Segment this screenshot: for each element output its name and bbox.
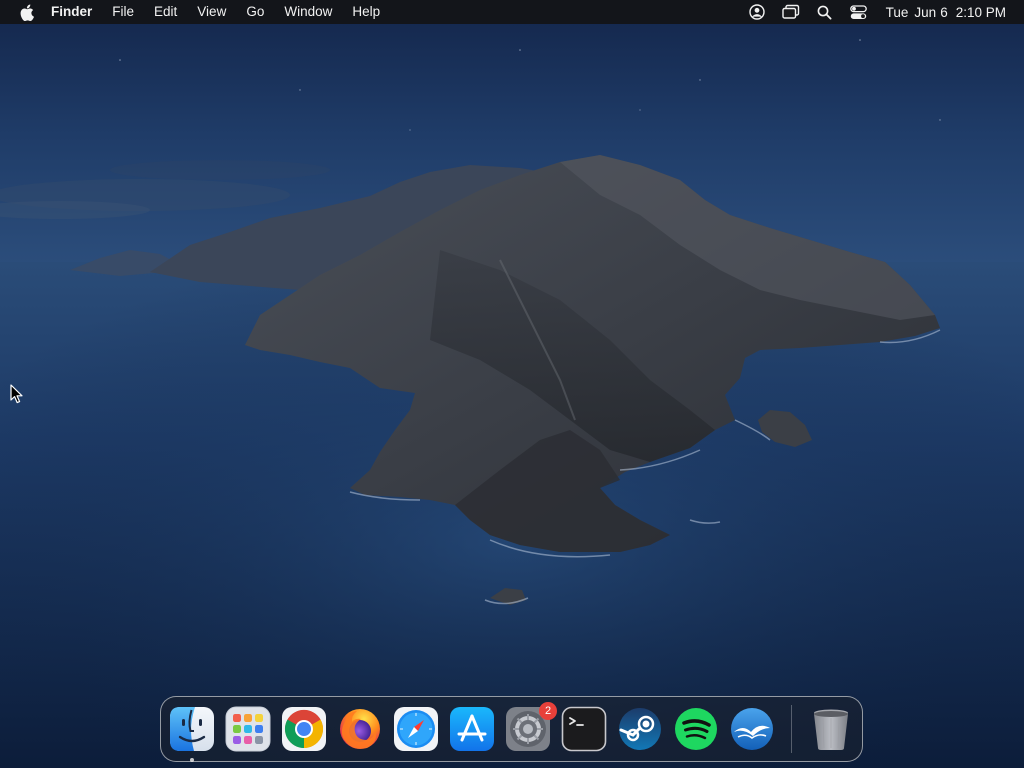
app-store-icon — [450, 707, 494, 751]
launchpad-icon — [225, 706, 271, 752]
clock-date: 6 — [940, 4, 948, 20]
menu-window[interactable]: Window — [274, 0, 342, 24]
finder-icon — [170, 707, 214, 751]
menu-bar: Finder File Edit View Go Window Help Tue… — [0, 0, 1024, 24]
desktop-wallpaper — [0, 0, 1024, 768]
notification-badge: 2 — [539, 702, 557, 720]
dock-item-app-store[interactable] — [449, 706, 495, 752]
dock-item-launchpad[interactable] — [225, 706, 271, 752]
dock-item-chrome[interactable] — [281, 706, 327, 752]
safari-icon — [394, 707, 438, 751]
dock-item-terminal[interactable] — [561, 706, 607, 752]
menu-view[interactable]: View — [187, 0, 236, 24]
chrome-icon — [282, 707, 326, 751]
dock: 2 — [160, 696, 863, 762]
menu-help[interactable]: Help — [342, 0, 390, 24]
apple-logo-icon[interactable] — [17, 3, 35, 21]
dock-item-safari[interactable] — [393, 706, 439, 752]
terminal-icon — [561, 706, 607, 752]
clock-month: Jun — [914, 4, 937, 20]
dock-item-steam[interactable] — [617, 706, 663, 752]
menu-bar-right: Tue Jun 6 2:10 PM — [740, 0, 1024, 24]
steam-icon — [619, 708, 661, 750]
dock-divider — [791, 705, 792, 753]
openoffice-icon — [731, 708, 773, 750]
running-indicator — [190, 758, 194, 762]
menu-app-name[interactable]: Finder — [51, 0, 102, 24]
firefox-icon — [340, 709, 380, 749]
user-account-icon[interactable] — [748, 3, 766, 21]
dock-item-trash[interactable] — [808, 706, 854, 752]
desktop[interactable]: Finder File Edit View Go Window Help Tue… — [0, 0, 1024, 768]
dock-item-firefox[interactable] — [337, 706, 383, 752]
dock-item-openoffice[interactable] — [729, 706, 775, 752]
menu-file[interactable]: File — [102, 0, 144, 24]
screen-mirroring-icon[interactable] — [781, 3, 800, 21]
trash-icon — [814, 709, 848, 750]
menu-go[interactable]: Go — [236, 0, 274, 24]
menu-edit[interactable]: Edit — [144, 0, 187, 24]
clock-day: Tue — [885, 4, 909, 20]
spotify-icon — [675, 708, 717, 750]
dock-item-finder[interactable] — [169, 706, 215, 762]
control-center-icon[interactable] — [850, 3, 868, 21]
clock-time: 2:10 PM — [955, 4, 1006, 20]
menu-bar-clock[interactable]: Tue Jun 6 2:10 PM — [886, 5, 1006, 20]
spotlight-search-icon[interactable] — [816, 3, 834, 21]
mouse-cursor-icon — [10, 384, 23, 404]
dock-item-spotify[interactable] — [673, 706, 719, 752]
dock-item-system-preferences[interactable]: 2 — [505, 702, 557, 752]
menu-bar-left: Finder File Edit View Go Window Help — [0, 0, 390, 24]
